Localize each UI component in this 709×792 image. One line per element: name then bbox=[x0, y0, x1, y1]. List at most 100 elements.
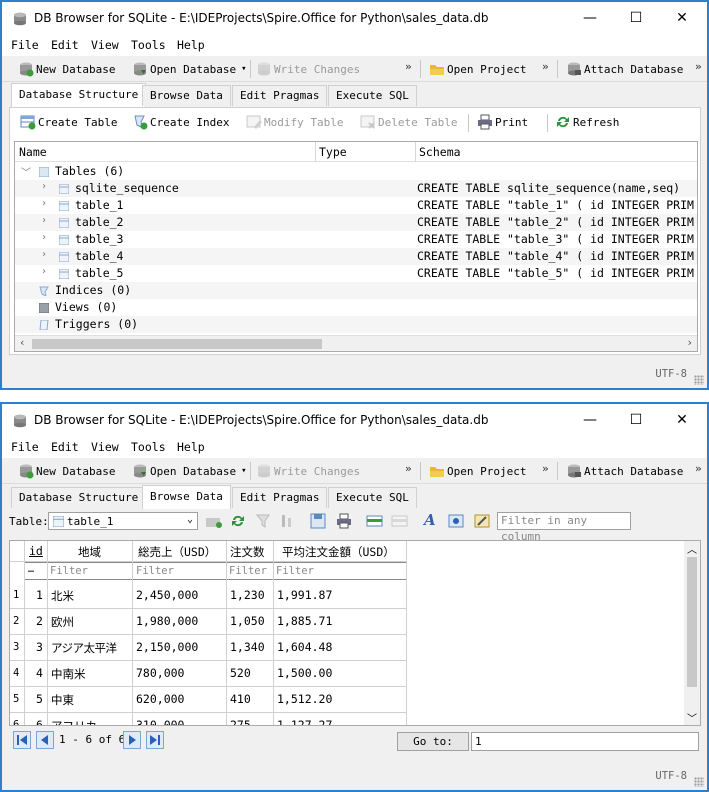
refresh-table-icon[interactable] bbox=[205, 514, 223, 530]
tree-row-table[interactable]: › table_2 CREATE TABLE "table_2" ( id IN… bbox=[15, 214, 697, 231]
tree-node-indices[interactable]: Indices (0) bbox=[15, 282, 697, 299]
table-row[interactable]: 4 4 中南米 780,000 520 1,500.00 bbox=[10, 661, 406, 687]
text-format-icon[interactable]: A bbox=[424, 511, 436, 529]
column-header-sales[interactable]: 総売上（USD） bbox=[138, 544, 216, 560]
expand-arrow-icon[interactable]: › bbox=[41, 232, 47, 243]
cell-region[interactable]: 北米 bbox=[51, 588, 74, 604]
cell-orders[interactable]: 1,340 bbox=[230, 640, 265, 654]
cell-id[interactable]: 5 bbox=[36, 692, 43, 706]
filter-id[interactable]: … bbox=[28, 564, 34, 575]
cell-sales[interactable]: 310,000 bbox=[136, 718, 184, 725]
scrollbar-thumb[interactable] bbox=[687, 557, 697, 687]
delete-table-button[interactable]: Delete Table bbox=[360, 112, 457, 132]
column-header-orders[interactable]: 注文数 bbox=[230, 544, 265, 560]
open-database-button[interactable]: Open Database ▾ bbox=[132, 461, 247, 481]
open-database-dropdown-icon[interactable]: ▾ bbox=[241, 64, 246, 74]
menu-tools[interactable]: Tools bbox=[131, 440, 166, 454]
find-icon[interactable] bbox=[448, 513, 466, 529]
tab-edit-pragmas[interactable]: Edit Pragmas bbox=[232, 85, 328, 106]
close-button[interactable]: ✕ bbox=[659, 404, 705, 436]
toolbar-more-icon[interactable]: » bbox=[405, 462, 412, 475]
minimize-button[interactable]: — bbox=[567, 2, 613, 34]
write-changes-button[interactable]: Write Changes bbox=[256, 461, 360, 481]
column-header-id[interactable]: id bbox=[29, 544, 43, 558]
expand-arrow-icon[interactable]: › bbox=[41, 215, 47, 226]
menu-edit[interactable]: Edit bbox=[51, 38, 79, 52]
toolbar-more-icon-3[interactable]: » bbox=[695, 462, 702, 475]
filter-region[interactable]: Filter bbox=[50, 565, 88, 577]
cell-id[interactable]: 1 bbox=[36, 588, 43, 602]
next-record-button[interactable] bbox=[123, 731, 141, 749]
tree-row-table[interactable]: › sqlite_sequence CREATE TABLE sqlite_se… bbox=[15, 180, 697, 197]
menu-file[interactable]: File bbox=[11, 38, 39, 52]
horizontal-scrollbar[interactable]: ‹ › bbox=[15, 335, 697, 351]
expand-arrow-icon[interactable]: › bbox=[41, 249, 47, 260]
previous-record-button[interactable] bbox=[36, 731, 54, 749]
tab-database-structure[interactable]: Database Structure bbox=[11, 487, 147, 508]
tree-node-views[interactable]: Views (0) bbox=[15, 299, 697, 316]
close-button[interactable]: ✕ bbox=[659, 2, 705, 34]
create-index-button[interactable]: Create Index bbox=[132, 112, 229, 132]
cell-avg[interactable]: 1,512.20 bbox=[277, 692, 332, 706]
table-select[interactable]: table_1 ⌄ bbox=[48, 512, 198, 530]
resize-grip[interactable] bbox=[694, 375, 704, 385]
schema-tree[interactable]: Name Type Schema ﹀ Tables (6) › sqlite_s… bbox=[14, 141, 698, 352]
menu-file[interactable]: File bbox=[11, 440, 39, 454]
sort-icon[interactable] bbox=[280, 513, 298, 529]
delete-record-icon[interactable] bbox=[391, 513, 409, 529]
resize-grip[interactable] bbox=[694, 777, 704, 787]
table-row[interactable]: 2 2 欧州 1,980,000 1,050 1,885.71 bbox=[10, 609, 406, 635]
scrollbar-thumb[interactable] bbox=[32, 339, 322, 349]
tree-node-triggers[interactable]: Triggers (0) bbox=[15, 316, 697, 333]
maximize-button[interactable]: ☐ bbox=[613, 2, 659, 34]
goto-button[interactable]: Go to: bbox=[397, 732, 469, 751]
table-row[interactable]: 3 3 アジア太平洋 2,150,000 1,340 1,604.48 bbox=[10, 635, 406, 661]
new-database-button[interactable]: New Database bbox=[18, 461, 115, 481]
tree-node-tables[interactable]: ﹀ Tables (6) bbox=[15, 163, 697, 180]
open-database-dropdown-icon[interactable]: ▾ bbox=[241, 466, 246, 476]
cell-id[interactable]: 2 bbox=[36, 614, 43, 628]
minimize-button[interactable]: — bbox=[567, 404, 613, 436]
cell-orders[interactable]: 520 bbox=[230, 666, 251, 680]
cell-sales[interactable]: 780,000 bbox=[136, 666, 184, 680]
last-record-button[interactable] bbox=[146, 731, 164, 749]
cell-id[interactable]: 6 bbox=[36, 718, 43, 725]
cell-sales[interactable]: 2,450,000 bbox=[136, 588, 198, 602]
toolbar-more-icon-2[interactable]: » bbox=[542, 60, 549, 73]
refresh-icon[interactable] bbox=[230, 513, 246, 529]
cell-avg[interactable]: 1,991.87 bbox=[277, 588, 332, 602]
table-row[interactable]: 1 1 北米 2,450,000 1,230 1,991.87 bbox=[10, 583, 406, 609]
expand-arrow-icon[interactable]: › bbox=[41, 181, 47, 192]
open-project-button[interactable]: Open Project bbox=[429, 461, 526, 481]
modify-table-button[interactable]: Modify Table bbox=[246, 112, 343, 132]
insert-record-icon[interactable] bbox=[366, 513, 384, 529]
cell-region[interactable]: 中南米 bbox=[51, 666, 86, 682]
cell-sales[interactable]: 1,980,000 bbox=[136, 614, 198, 628]
tab-database-structure[interactable]: Database Structure bbox=[11, 83, 147, 107]
open-database-button[interactable]: Open Database ▾ bbox=[132, 59, 247, 79]
toolbar-more-icon-3[interactable]: » bbox=[695, 60, 702, 73]
cell-avg[interactable]: 1,127.27 bbox=[277, 718, 332, 725]
refresh-button[interactable]: Refresh bbox=[555, 112, 619, 132]
scroll-right-icon[interactable]: › bbox=[686, 336, 693, 349]
first-record-button[interactable] bbox=[13, 731, 31, 749]
filter-avg[interactable]: Filter bbox=[276, 565, 314, 577]
data-grid[interactable]: id 地域 総売上（USD） 注文数 平均注文金額（USD） … Filter … bbox=[9, 540, 701, 726]
cell-region[interactable]: アジア太平洋 bbox=[51, 640, 117, 656]
menu-help[interactable]: Help bbox=[177, 38, 205, 52]
cell-region[interactable]: 中東 bbox=[51, 692, 74, 708]
tab-browse-data[interactable]: Browse Data bbox=[142, 85, 231, 106]
filter-orders[interactable]: Filter bbox=[229, 565, 267, 577]
attach-database-button[interactable]: Attach Database bbox=[566, 461, 683, 481]
find-replace-icon[interactable] bbox=[474, 513, 492, 529]
new-database-button[interactable]: New Database bbox=[18, 59, 115, 79]
tree-row-table[interactable]: › table_5 CREATE TABLE "table_5" ( id IN… bbox=[15, 265, 697, 282]
cell-region[interactable]: アフリカ bbox=[51, 718, 97, 725]
menu-edit[interactable]: Edit bbox=[51, 440, 79, 454]
cell-orders[interactable]: 275 bbox=[230, 718, 251, 725]
scroll-left-icon[interactable]: ‹ bbox=[19, 336, 26, 349]
expand-arrow-icon[interactable]: › bbox=[41, 266, 47, 277]
column-header-type[interactable]: Type bbox=[319, 145, 347, 159]
open-project-button[interactable]: Open Project bbox=[429, 59, 526, 79]
cell-region[interactable]: 欧州 bbox=[51, 614, 74, 630]
